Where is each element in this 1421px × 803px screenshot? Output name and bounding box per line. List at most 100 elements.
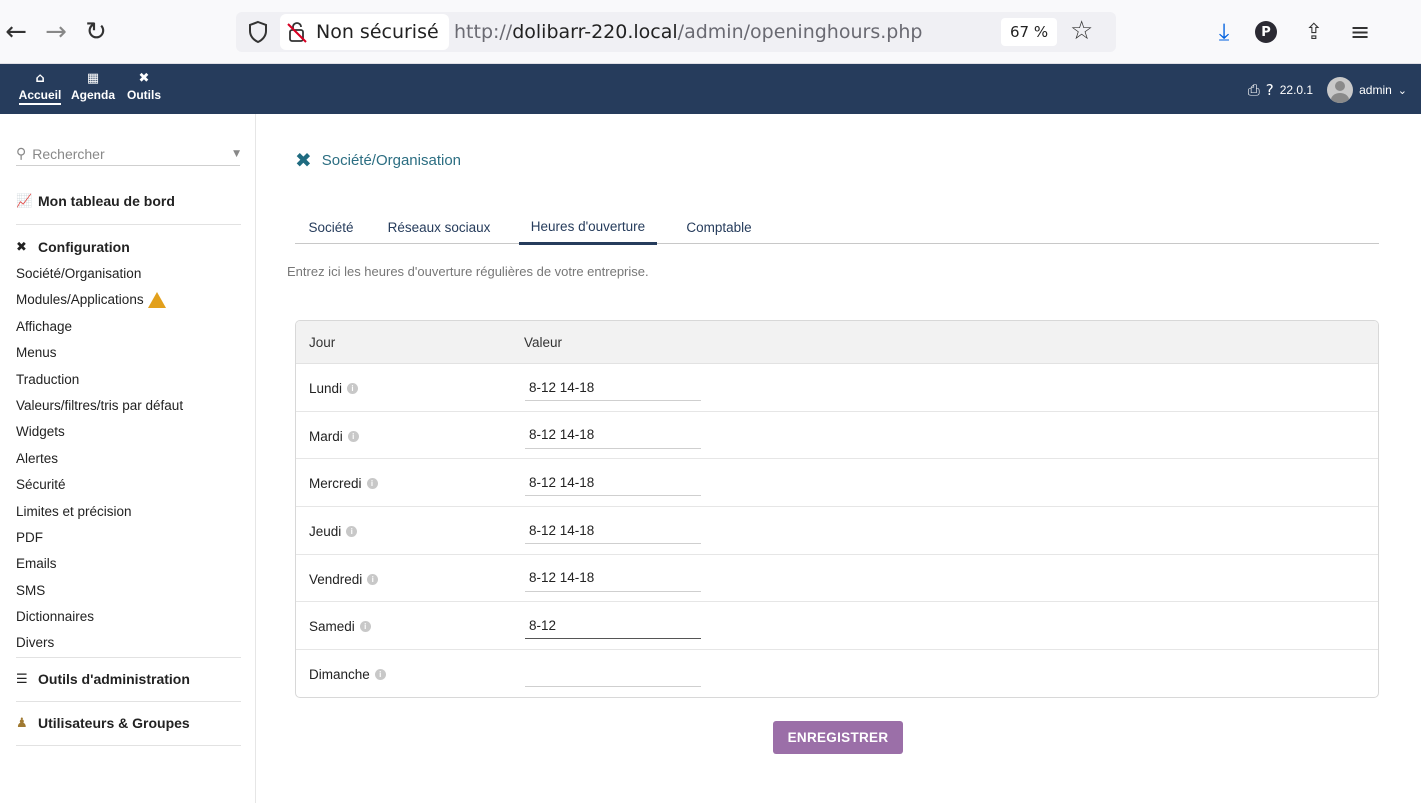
search-placeholder: Rechercher [32, 145, 105, 162]
insecure-connection-chip[interactable]: Non sécurisé [280, 14, 449, 50]
intro-text: Entrez ici les heures d'ouverture réguli… [287, 264, 649, 279]
day-name: Mardi [309, 428, 343, 444]
table-row: Samedi i [296, 602, 1378, 651]
warning-icon [147, 291, 166, 308]
topmenu-agenda-label: Agenda [70, 88, 115, 102]
day-label: Mercredi i [309, 476, 378, 491]
sidebar-item-menus[interactable]: Menus [16, 340, 241, 366]
sidebar-item-pdf[interactable]: PDF [16, 525, 241, 551]
configuration-header[interactable]: ✖ Configuration [16, 239, 241, 255]
shield-icon[interactable] [246, 20, 270, 44]
day-name: Mercredi [309, 476, 362, 492]
info-icon[interactable]: i [366, 478, 378, 490]
chevron-down-icon[interactable]: ▼ [233, 149, 240, 159]
table-row: Jeudi i [296, 507, 1378, 555]
day-label: Vendredi i [309, 572, 379, 587]
table-row: Mercredi i [296, 459, 1378, 508]
sidebar-item-affichage[interactable]: Affichage [16, 314, 241, 340]
info-icon[interactable]: i [367, 573, 379, 585]
download-icon[interactable]: ⤓ [1210, 18, 1238, 46]
bookmark-star-icon[interactable]: ☆ [1070, 16, 1093, 46]
chevron-down-icon[interactable]: ⌄ [1398, 84, 1407, 97]
sidebar-item-limites[interactable]: Limites et précision [16, 499, 241, 525]
sidebar-item-dictionnaires[interactable]: Dictionnaires [16, 604, 241, 630]
sidebar-item-modules-label: Modules/Applications [16, 292, 144, 308]
url-text[interactable]: http://dolibarr-220.local/admin/openingh… [454, 21, 922, 43]
users-groups-section: ♟ Utilisateurs & Groupes [16, 715, 241, 731]
address-bar[interactable]: Non sécurisé http://dolibarr-220.local/a… [236, 12, 1116, 52]
day-label: Dimanche i [309, 667, 386, 682]
day-name: Lundi [309, 381, 343, 396]
tools-icon: ✖ [138, 71, 150, 86]
search-input[interactable]: ⚲ Rechercher ▼ [16, 142, 240, 166]
sidebar-item-traduction[interactable]: Traduction [16, 367, 241, 393]
table-row: Mardi i [296, 412, 1378, 460]
avatar[interactable] [1327, 77, 1354, 103]
hours-field-mercredi[interactable] [525, 469, 701, 497]
server-icon: ☰ [16, 671, 28, 687]
home-icon: ⌂ [35, 71, 45, 86]
day-label: Mardi i [309, 429, 359, 444]
back-arrow-icon[interactable]: ← [0, 16, 32, 48]
day-name: Samedi [309, 619, 355, 635]
topmenu-agenda[interactable]: ▦ Agenda [68, 70, 118, 102]
day-name: Dimanche [309, 667, 370, 683]
hamburger-menu-icon[interactable]: ≡ [1346, 18, 1374, 46]
sidebar-item-widgets[interactable]: Widgets [16, 419, 241, 445]
print-icon[interactable]: ⎙ [1248, 81, 1260, 99]
hours-field-lundi[interactable] [525, 374, 701, 401]
reload-icon[interactable]: ↻ [80, 16, 112, 48]
users-groups-header[interactable]: ♟ Utilisateurs & Groupes [16, 715, 241, 731]
sidebar-divider [16, 657, 241, 658]
sidebar-item-modules[interactable]: Modules/Applications [16, 287, 241, 313]
sidebar-item-societe[interactable]: Société/Organisation [16, 261, 241, 287]
hours-field-mardi[interactable] [525, 421, 701, 449]
admin-tools-section: ☰ Outils d'administration [16, 671, 241, 687]
save-button[interactable]: ENREGISTRER [773, 721, 903, 754]
user-icon: ♟ [16, 715, 28, 731]
url-prefix: http:// [454, 21, 513, 43]
tab-societe[interactable]: Société [301, 210, 361, 244]
sidebar-item-sms[interactable]: SMS [16, 578, 241, 604]
search-icon: ⚲ [16, 145, 27, 162]
tab-heures-ouverture[interactable]: Heures d'ouverture [519, 210, 657, 245]
tab-reseaux-sociaux[interactable]: Réseaux sociaux [381, 210, 497, 244]
top-menu-bar: ⌂ Accueil ▦ Agenda ✖ Outils ⎙ ? 22.0.1 a… [0, 64, 1421, 114]
sidebar-item-emails[interactable]: Emails [16, 551, 241, 577]
hours-field-samedi[interactable] [525, 612, 701, 640]
topmenu-outils[interactable]: ✖ Outils [124, 70, 164, 102]
zoom-level-button[interactable]: 67 % [1001, 18, 1058, 46]
share-icon[interactable]: ⇪ [1300, 18, 1328, 46]
table-row: Vendredi i [296, 555, 1378, 603]
topmenu-accueil[interactable]: ⌂ Accueil [18, 70, 62, 105]
forward-arrow-icon[interactable]: → [40, 16, 72, 48]
info-icon[interactable]: i [347, 430, 359, 442]
hours-field-jeudi[interactable] [525, 517, 701, 545]
url-host: dolibarr-220.local [512, 21, 678, 43]
hours-field-dimanche[interactable] [525, 660, 701, 688]
pocket-icon[interactable]: P [1252, 18, 1280, 46]
column-header-value: Valeur [524, 335, 563, 350]
user-name[interactable]: admin [1359, 83, 1392, 97]
tools-icon: ✖ [295, 148, 312, 172]
sidebar-item-alertes[interactable]: Alertes [16, 446, 241, 472]
day-label: Jeudi i [309, 524, 358, 539]
sidebar-item-valeurs-defaut[interactable]: Valeurs/filtres/tris par défaut [16, 393, 241, 419]
sidebar-item-securite[interactable]: Sécurité [16, 472, 241, 498]
hours-field-vendredi[interactable] [525, 564, 701, 592]
info-icon[interactable]: i [374, 669, 386, 681]
sidebar-item-divers[interactable]: Divers [16, 630, 241, 656]
help-icon[interactable]: ? [1266, 81, 1274, 99]
dashboard-label: Mon tableau de bord [38, 193, 175, 209]
info-icon[interactable]: i [347, 383, 359, 394]
dashboard-link[interactable]: 📈 Mon tableau de bord [16, 193, 241, 209]
calendar-icon: ▦ [86, 71, 100, 86]
tab-comptable[interactable]: Comptable [677, 210, 761, 244]
admin-tools-header[interactable]: ☰ Outils d'administration [16, 671, 241, 687]
browser-toolbar: ← → ↻ Non sécurisé http://dolibarr-220.l… [0, 0, 1421, 64]
tools-icon: ✖ [16, 239, 27, 255]
topmenu-accueil-label: Accueil [18, 88, 62, 105]
info-icon[interactable]: i [359, 621, 371, 633]
table-row: Lundi i [296, 364, 1378, 412]
info-icon[interactable]: i [346, 526, 358, 538]
